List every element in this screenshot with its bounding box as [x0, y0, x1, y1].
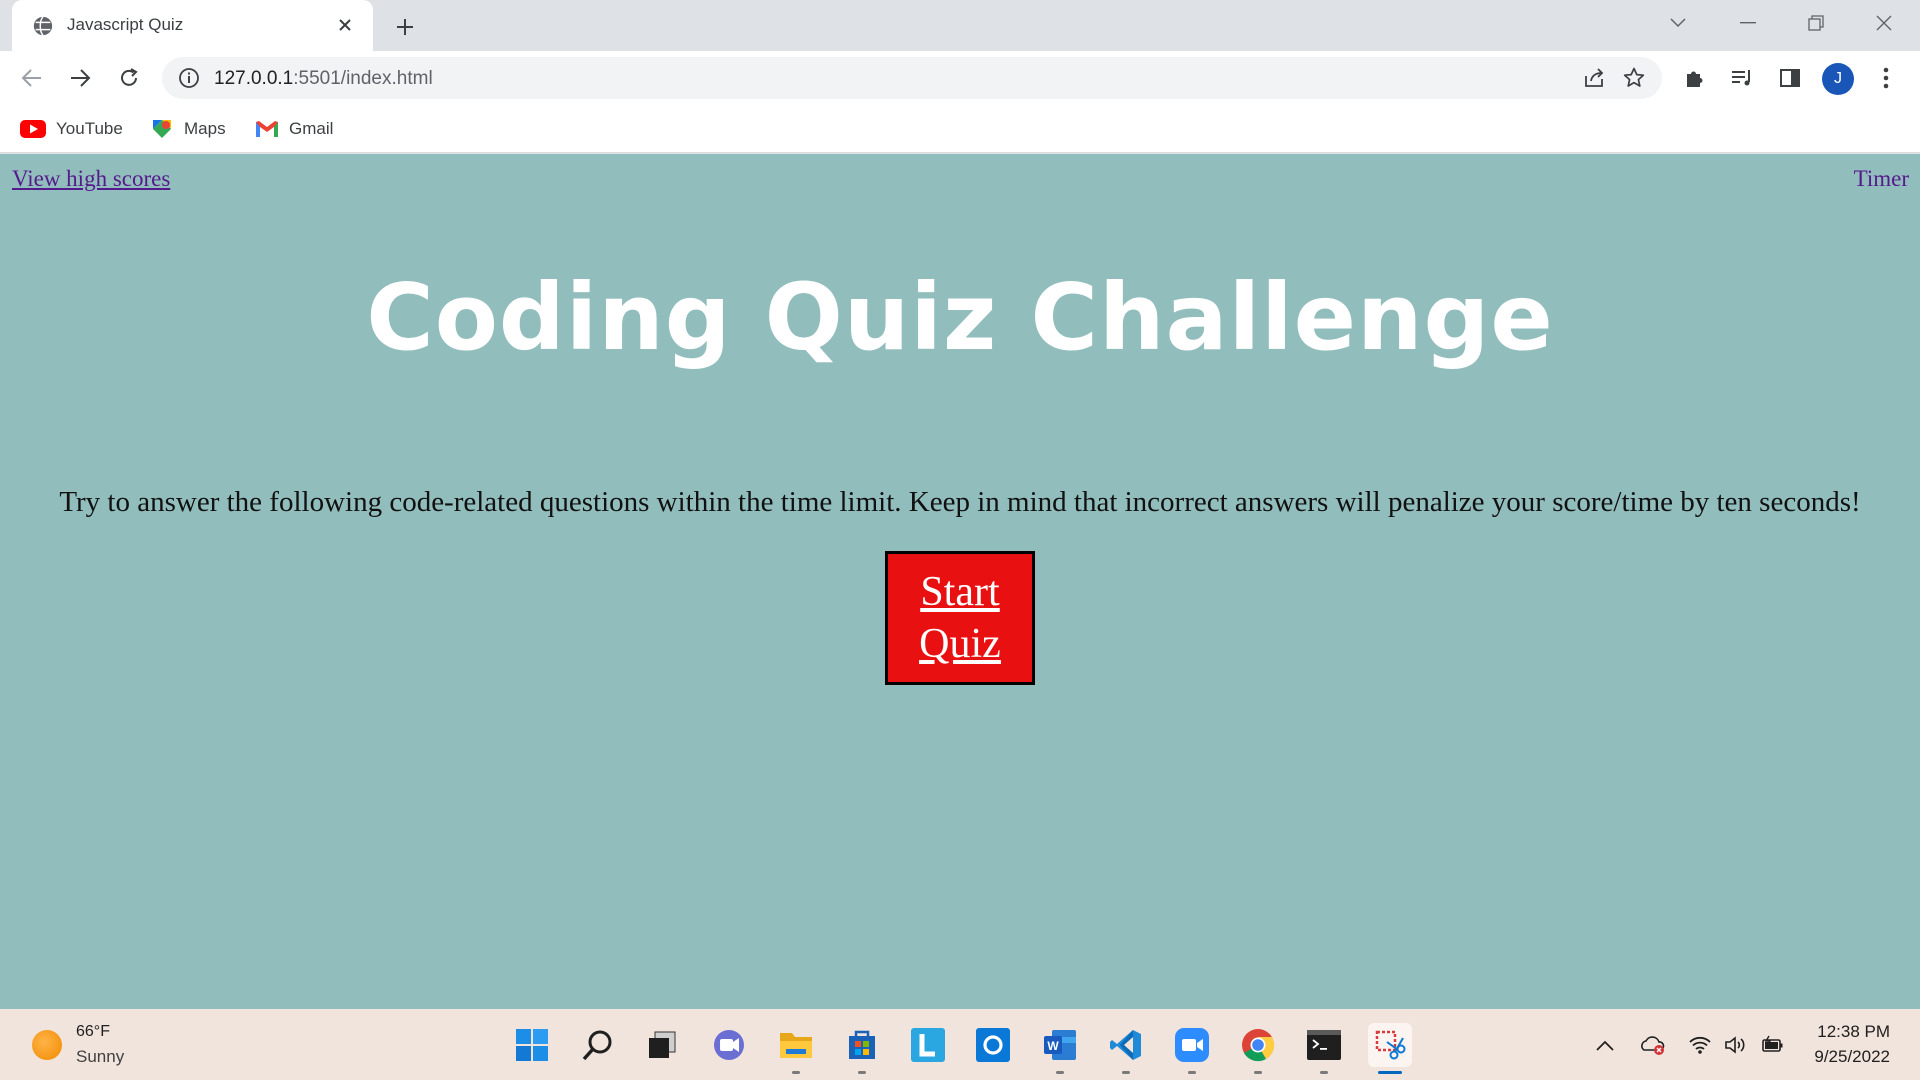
menu-kebab-icon[interactable] [1872, 64, 1900, 92]
timer-label: Timer [1853, 166, 1909, 191]
clock-date[interactable]: 9/25/2022 [1814, 1047, 1890, 1067]
tab-title: Javascript Quiz [67, 15, 184, 34]
quiz-instructions: Try to answer the following code-related… [59, 486, 1861, 518]
running-indicator [1056, 1071, 1064, 1074]
sun-icon[interactable] [32, 1030, 62, 1060]
start-quiz-label: Start Quiz [919, 569, 1001, 667]
restore-icon[interactable] [1788, 6, 1844, 40]
teams-chat-icon[interactable] [707, 1023, 751, 1067]
file-explorer-icon[interactable] [774, 1023, 818, 1074]
quiz-page: View high scores Timer Coding Quiz Chall… [0, 154, 1920, 1009]
microsoft-store-icon[interactable] [840, 1023, 884, 1074]
search-icon[interactable] [576, 1023, 620, 1067]
weather-temperature[interactable]: 66°F [76, 1023, 110, 1041]
close-tab-icon[interactable] [331, 11, 359, 39]
forward-arrow-icon[interactable] [61, 59, 99, 97]
clock-time[interactable]: 12:38 PM [1817, 1022, 1890, 1042]
bookmark-gmail[interactable]: Gmail [255, 115, 333, 143]
running-indicator [1122, 1071, 1130, 1074]
browser-toolbar: 127.0.0.1:5501/index.html J [0, 51, 1920, 105]
lexilogos-app-icon[interactable] [906, 1023, 950, 1067]
windows-start-icon[interactable] [510, 1023, 554, 1067]
bookmark-maps[interactable]: Maps [150, 115, 226, 143]
browser-tab[interactable]: Javascript Quiz [12, 0, 373, 51]
info-icon[interactable] [178, 67, 200, 89]
new-tab-icon[interactable] [388, 10, 422, 44]
address-bar[interactable]: 127.0.0.1:5501/index.html [162, 57, 1662, 99]
snipping-tool-icon[interactable] [1368, 1023, 1412, 1074]
gmail-icon [256, 121, 278, 137]
reading-list-icon[interactable] [1728, 64, 1756, 92]
svg-text:W: W [1047, 1039, 1059, 1053]
chrome-icon[interactable] [1236, 1023, 1280, 1074]
onedrive-error-icon[interactable] [1640, 1033, 1666, 1057]
running-indicator [1320, 1071, 1328, 1074]
task-view-icon[interactable] [640, 1023, 684, 1067]
url-text[interactable]: 127.0.0.1:5501/index.html [214, 68, 433, 90]
weather-condition[interactable]: Sunny [76, 1047, 124, 1067]
cortana-icon[interactable] [971, 1023, 1015, 1067]
wifi-icon[interactable] [1687, 1033, 1713, 1057]
side-panel-icon[interactable] [1776, 64, 1804, 92]
globe-icon [33, 16, 53, 36]
close-window-icon[interactable] [1856, 6, 1912, 40]
youtube-icon [20, 120, 46, 138]
tab-strip: Javascript Quiz [0, 0, 1920, 51]
view-high-scores-link[interactable]: View high scores [12, 166, 170, 192]
minimize-icon[interactable] [1720, 6, 1776, 40]
profile-avatar[interactable]: J [1822, 63, 1854, 95]
terminal-icon[interactable] [1302, 1023, 1346, 1074]
running-indicator [1188, 1071, 1196, 1074]
windows-taskbar: 66°F Sunny W 12:38 PM 9/25/2022 [0, 1009, 1920, 1080]
start-quiz-button[interactable]: Start Quiz [885, 551, 1035, 685]
bookmark-star-icon[interactable] [1622, 66, 1646, 90]
chevron-up-icon[interactable] [1592, 1033, 1618, 1057]
bookmarks-bar: YouTube Maps Gmail [0, 105, 1920, 153]
active-indicator [1378, 1071, 1402, 1074]
zoom-icon[interactable] [1170, 1023, 1214, 1074]
running-indicator [1254, 1071, 1262, 1074]
battery-charging-icon[interactable] [1760, 1033, 1786, 1057]
share-icon[interactable] [1582, 66, 1606, 90]
running-indicator [858, 1071, 866, 1074]
reload-icon[interactable] [110, 59, 148, 97]
extensions-puzzle-icon[interactable] [1681, 64, 1709, 92]
volume-icon[interactable] [1723, 1033, 1749, 1057]
bookmark-youtube[interactable]: YouTube [20, 115, 123, 143]
maps-icon [153, 120, 171, 138]
page-title: Coding Quiz Challenge [366, 264, 1554, 371]
vscode-icon[interactable] [1104, 1023, 1148, 1074]
running-indicator [792, 1071, 800, 1074]
word-icon[interactable]: W [1038, 1023, 1082, 1074]
tab-search-chevron-icon[interactable] [1650, 6, 1706, 40]
back-arrow-icon[interactable] [13, 59, 51, 97]
